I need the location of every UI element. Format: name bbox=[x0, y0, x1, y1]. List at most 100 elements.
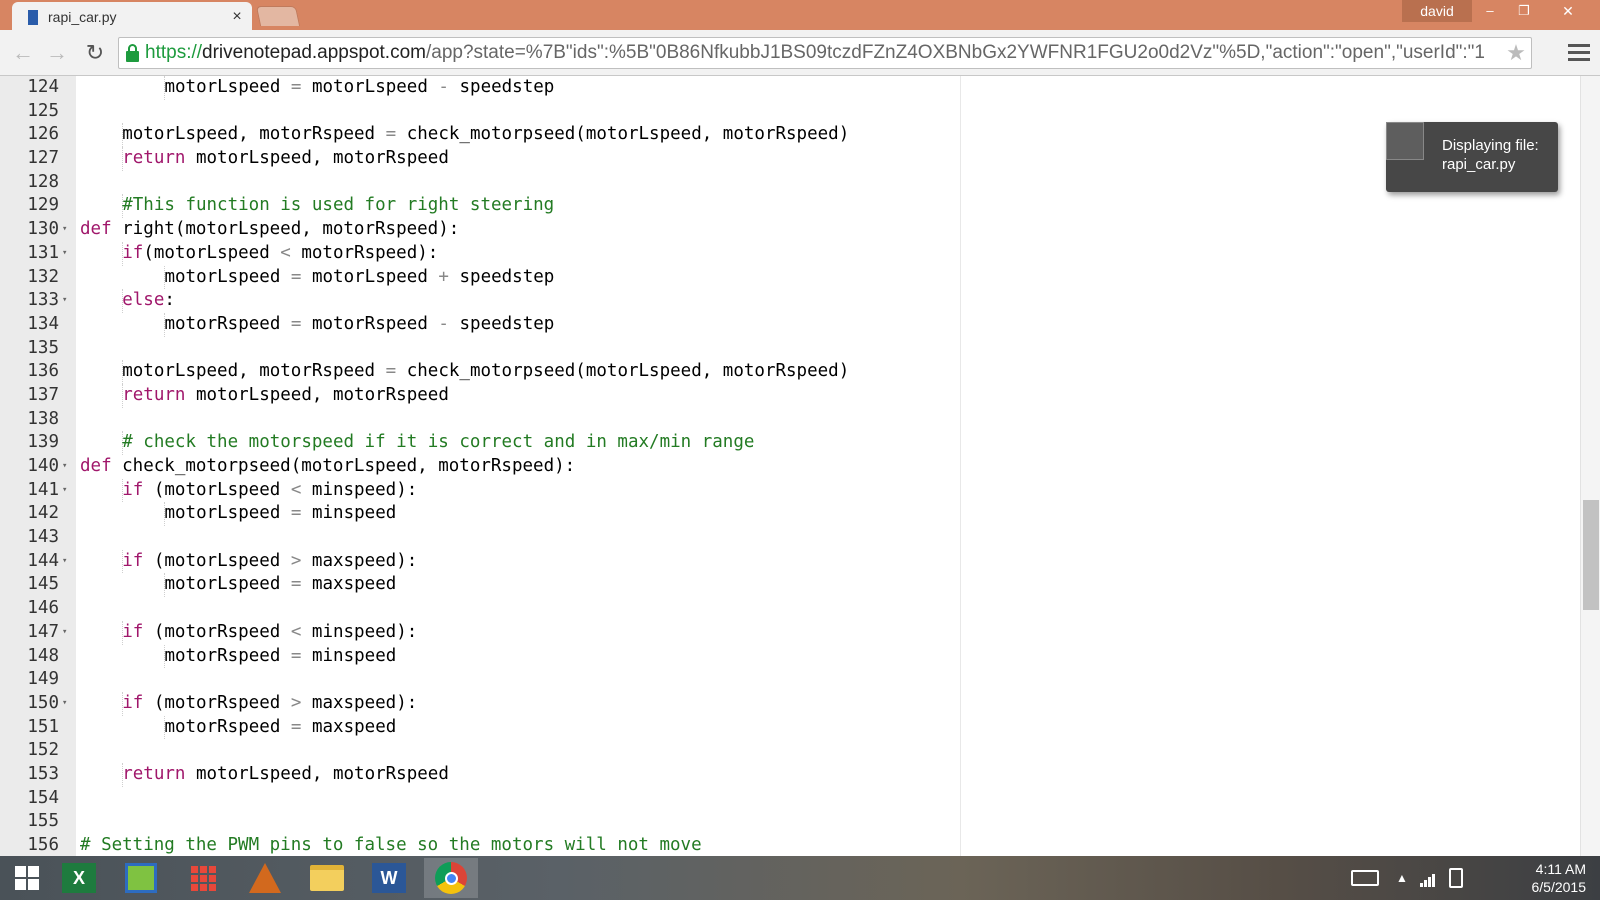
matlab-app[interactable] bbox=[238, 858, 292, 898]
code-text: return motorLspeed, motorRspeed bbox=[122, 763, 449, 787]
code-line[interactable]: 127 return motorLspeed, motorRspeed bbox=[0, 147, 960, 171]
code-token: minspeed bbox=[301, 645, 397, 666]
file-explorer-app[interactable] bbox=[300, 858, 354, 898]
line-number: 154 bbox=[27, 787, 59, 808]
fold-toggle-icon[interactable]: ▾ bbox=[62, 479, 67, 503]
network-signal-icon[interactable] bbox=[1416, 856, 1440, 900]
code-line[interactable]: 139 # check the motorspeed if it is corre… bbox=[0, 431, 960, 455]
code-editor[interactable]: 124 motorLspeed = motorLspeed - speedstep… bbox=[0, 76, 1580, 856]
vertical-scrollbar[interactable] bbox=[1580, 76, 1600, 856]
code-line[interactable]: 141 ▾ if (motorLspeed < minspeed): bbox=[0, 478, 960, 503]
code-line[interactable]: 148 motorRspeed = minspeed bbox=[0, 644, 960, 669]
code-lines[interactable]: 124 motorLspeed = motorLspeed - speedstep… bbox=[0, 76, 960, 856]
start-button[interactable] bbox=[0, 858, 54, 898]
code-line[interactable]: 132 motorLspeed = motorLspeed + speedstep bbox=[0, 265, 960, 290]
code-line[interactable]: 152 bbox=[0, 739, 960, 763]
code-line[interactable]: 140 ▾ def check_motorpseed(motorLspeed, mo… bbox=[0, 455, 960, 479]
code-line[interactable]: 145 motorLspeed = maxspeed bbox=[0, 573, 960, 598]
word-app[interactable]: W bbox=[362, 858, 416, 898]
code-line[interactable]: 128 bbox=[0, 171, 960, 195]
hamburger-menu-icon[interactable] bbox=[1568, 44, 1590, 62]
code-text: else: bbox=[122, 289, 175, 313]
code-line[interactable]: 124 motorLspeed = motorLspeed - speedstep bbox=[0, 76, 960, 100]
toast-message: Displaying file: rapi_car.py bbox=[1442, 136, 1554, 174]
code-line[interactable]: 155 bbox=[0, 810, 960, 834]
back-arrow-icon[interactable]: ← bbox=[8, 38, 38, 68]
operator-token: = bbox=[290, 574, 302, 595]
toast-thumbnail bbox=[1386, 122, 1424, 160]
code-line[interactable]: 137 return motorLspeed, motorRspeed bbox=[0, 383, 960, 408]
code-line[interactable]: 126 motorLspeed, motorRspeed = check_moto… bbox=[0, 123, 960, 148]
code-line[interactable]: 130 ▾ def right(motorLspeed, motorRspeed): bbox=[0, 218, 960, 242]
fold-toggle-icon[interactable]: ▾ bbox=[62, 455, 67, 479]
minimize-button[interactable]: – bbox=[1474, 0, 1506, 24]
browser-title-bar: rapi_car.py × david – ❐ ✕ bbox=[0, 0, 1600, 32]
code-line[interactable]: 144 ▾ if (motorLspeed > maxspeed): bbox=[0, 549, 960, 574]
forward-arrow-icon[interactable]: → bbox=[42, 38, 72, 68]
code-token: (motorLspeed bbox=[143, 550, 291, 571]
code-token: motorLspeed, motorRspeed bbox=[185, 763, 449, 784]
code-text: def check_motorpseed(motorLspeed, motorR… bbox=[80, 455, 575, 479]
comment-token: #This function is used for right steerin… bbox=[122, 195, 555, 216]
fold-toggle-icon[interactable]: ▾ bbox=[62, 692, 67, 716]
code-text: def right(motorLspeed, motorRspeed): bbox=[80, 218, 459, 242]
user-profile-badge[interactable]: david bbox=[1402, 0, 1472, 22]
restore-button[interactable]: ❐ bbox=[1508, 0, 1540, 24]
line-number: 140 bbox=[27, 456, 59, 476]
code-line[interactable]: 143 bbox=[0, 526, 960, 550]
fold-toggle-icon[interactable]: ▾ bbox=[62, 621, 67, 645]
code-line[interactable]: 146 bbox=[0, 597, 960, 621]
code-text: motorLspeed, motorRspeed = check_motorps… bbox=[122, 123, 849, 147]
fold-toggle-icon[interactable]: ▾ bbox=[62, 550, 67, 574]
fold-toggle-icon[interactable]: ▾ bbox=[62, 289, 67, 313]
line-number: 151 bbox=[27, 716, 59, 737]
excel-app[interactable]: X bbox=[52, 858, 106, 898]
code-line[interactable]: 133 ▾ else: bbox=[0, 289, 960, 313]
code-line[interactable]: 135 bbox=[0, 337, 960, 361]
reload-icon[interactable]: ↻ bbox=[80, 38, 110, 68]
code-line[interactable]: 149 bbox=[0, 668, 960, 692]
code-token: right(motorLspeed, motorRspeed): bbox=[111, 219, 460, 240]
code-line[interactable]: 151 motorRspeed = maxspeed bbox=[0, 715, 960, 740]
star-icon[interactable]: ★ bbox=[1501, 40, 1531, 66]
operator-token: = bbox=[290, 645, 302, 666]
code-line[interactable]: 136 motorLspeed, motorRspeed = check_moto… bbox=[0, 360, 960, 384]
code-line[interactable]: 153 return motorLspeed, motorRspeed bbox=[0, 762, 960, 787]
fold-toggle-icon[interactable]: ▾ bbox=[62, 242, 67, 266]
chrome-app[interactable] bbox=[424, 858, 478, 898]
code-line[interactable]: 156 # Setting the PWM pins to false so th… bbox=[0, 834, 960, 856]
tray-expand-icon[interactable]: ▲ bbox=[1392, 856, 1412, 900]
line-number: 128 bbox=[27, 171, 59, 192]
url-text[interactable]: https://drivenotepad.appspot.com/app?sta… bbox=[145, 42, 1501, 64]
code-line[interactable]: 150 ▾ if (motorRspeed > maxspeed): bbox=[0, 691, 960, 716]
code-line[interactable]: 131 ▾ if(motorLspeed < motorRspeed): bbox=[0, 241, 960, 266]
new-tab-button[interactable] bbox=[255, 6, 301, 26]
code-line[interactable]: 154 bbox=[0, 787, 960, 811]
code-line[interactable]: 134 motorRspeed = motorRspeed - speedstep bbox=[0, 312, 960, 337]
system-clock[interactable]: 4:11 AM 6/5/2015 bbox=[1516, 860, 1587, 896]
code-text: if (motorLspeed > maxspeed): bbox=[122, 550, 417, 574]
power-icon[interactable] bbox=[1444, 856, 1468, 900]
operator-token: > bbox=[290, 550, 302, 571]
code-line[interactable]: 129 #This function is used for right stee… bbox=[0, 194, 960, 219]
line-number: 139 bbox=[27, 432, 59, 453]
scrollbar-thumb[interactable] bbox=[1583, 500, 1599, 610]
keyboard-icon[interactable] bbox=[1348, 856, 1382, 900]
code-line[interactable]: 138 bbox=[0, 408, 960, 432]
tab-rapi-car[interactable]: rapi_car.py × bbox=[12, 2, 252, 32]
close-window-button[interactable]: ✕ bbox=[1542, 0, 1594, 24]
code-line[interactable]: 147 ▾ if (motorRspeed < minspeed): bbox=[0, 620, 960, 645]
fold-toggle-icon[interactable]: ▾ bbox=[62, 218, 67, 242]
code-token: speedstep bbox=[448, 266, 555, 287]
apps-app[interactable] bbox=[176, 858, 230, 898]
comment-token: # check the motorspeed if it is correct … bbox=[122, 432, 755, 453]
code-token: minspeed): bbox=[301, 479, 418, 500]
code-line[interactable]: 125 bbox=[0, 100, 960, 124]
code-line[interactable]: 142 motorLspeed = minspeed bbox=[0, 502, 960, 527]
tab-close-icon[interactable]: × bbox=[222, 8, 252, 26]
maps-app[interactable] bbox=[114, 858, 168, 898]
code-text: #This function is used for right steerin… bbox=[122, 194, 554, 218]
address-bar[interactable]: https://drivenotepad.appspot.com/app?sta… bbox=[118, 37, 1532, 69]
operator-token: = bbox=[385, 124, 397, 145]
operator-token: - bbox=[438, 313, 449, 334]
